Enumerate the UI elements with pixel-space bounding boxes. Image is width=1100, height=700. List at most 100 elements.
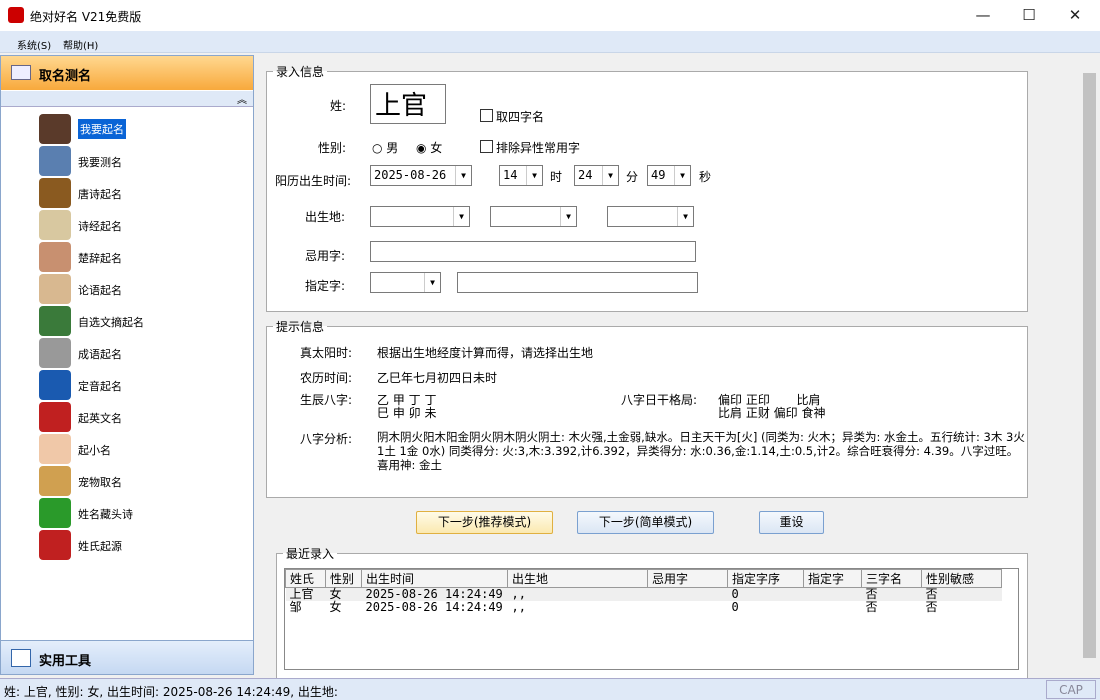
- geju-row2: 比肩 正财 偏印 食神: [718, 406, 826, 420]
- column-header[interactable]: 性别敏感: [921, 569, 1002, 588]
- collapse-icon[interactable]: ︽: [237, 91, 247, 106]
- minimize-button[interactable]: —: [960, 0, 1006, 31]
- sidebar-item-icon: [39, 210, 71, 240]
- sidebar-item-icon: [39, 370, 71, 400]
- bazi-analysis: 阴木阴火阳木阳金阴火阴木阴火阴土: 木火强,土金弱,缺水。日主天干为[火] (同…: [377, 430, 1025, 472]
- sidebar-item-label: 姓氏起源: [78, 540, 122, 553]
- column-header[interactable]: 出生地: [507, 569, 648, 588]
- table-cell: 女: [329, 600, 342, 614]
- hour-select[interactable]: 14 ▼: [499, 165, 543, 186]
- sidebar-item[interactable]: 宠物取名: [39, 466, 239, 496]
- sidebar-item-label: 自选文摘起名: [78, 316, 144, 329]
- sidebar-item-icon: [39, 530, 71, 560]
- sidebar-item-label: 姓名藏头诗: [78, 508, 133, 521]
- sidebar-item-icon: [39, 242, 71, 272]
- sidebar-item[interactable]: 姓氏起源: [39, 530, 239, 560]
- scrollbar[interactable]: [1081, 55, 1098, 675]
- sidebar: 取名测名 ︽ 我要起名我要测名唐诗起名诗经起名 楚辞起名论语起名自选文摘起名成语起…: [0, 55, 254, 675]
- city-select[interactable]: ▼: [490, 206, 577, 227]
- scrollbar-thumb[interactable]: [1083, 73, 1096, 658]
- table-cell: 2025-08-26 14:24:49: [365, 600, 503, 614]
- sidebar-item-label: 我要起名: [78, 119, 126, 139]
- exclude-checkbox[interactable]: [480, 140, 493, 153]
- window-title: 绝对好名 V21免费版: [30, 10, 142, 24]
- column-header[interactable]: 忌用字: [647, 569, 728, 588]
- status-bar: 姓: 上官, 性别: 女, 出生时间: 2025-08-26 14:24:49,…: [0, 678, 1100, 700]
- sidebar-item-icon: [39, 146, 71, 176]
- column-header[interactable]: 指定字: [803, 569, 862, 588]
- table-cell: [648, 588, 728, 602]
- sidebar-item-icon: [39, 402, 71, 432]
- column-header[interactable]: 出生时间: [361, 569, 508, 588]
- table-cell: 0: [731, 587, 739, 601]
- four-char-checkbox[interactable]: [480, 109, 493, 122]
- envelope-icon: [11, 65, 31, 80]
- table-cell: 否: [865, 600, 878, 614]
- calendar-icon: [11, 649, 31, 667]
- sidebar-item[interactable]: 起英文名: [39, 402, 239, 432]
- surname-label: 姓:: [330, 99, 347, 113]
- sidebar-item[interactable]: 姓名藏头诗: [39, 498, 239, 528]
- menu-help[interactable]: 帮助(H): [63, 37, 98, 52]
- sidebar-item[interactable]: 起小名: [39, 434, 239, 464]
- collapse-bar[interactable]: ︽: [1, 91, 253, 107]
- second-select[interactable]: 49 ▼: [647, 165, 691, 186]
- sidebar-item-label: 论语起名: [78, 284, 122, 297]
- sidebar-item-label: 起小名: [78, 444, 111, 457]
- sidebar-item[interactable]: 定音起名: [39, 370, 239, 400]
- column-header[interactable]: 性别: [325, 569, 362, 588]
- table-row[interactable]: 邹 女 2025-08-26 14:24:49,, 0 否 否: [286, 601, 1002, 614]
- table-cell: [804, 588, 862, 602]
- menu-system[interactable]: 系统(S): [17, 37, 51, 52]
- sidebar-item[interactable]: 楚辞起名: [39, 242, 239, 272]
- maximize-button[interactable]: ☐: [1006, 0, 1052, 31]
- status-text: 姓: 上官, 性别: 女, 出生时间: 2025-08-26 14:24:49,…: [4, 685, 338, 699]
- next-simple-button[interactable]: 下一步(简单模式): [577, 511, 714, 534]
- table-cell: ,,: [511, 600, 526, 614]
- table-cell: [648, 601, 728, 614]
- sidebar-item-icon: [39, 114, 71, 144]
- assign-char-input[interactable]: [457, 272, 698, 293]
- sidebar-item[interactable]: 我要测名: [39, 146, 239, 176]
- column-header[interactable]: 三字名: [861, 569, 922, 588]
- table-cell: 0: [731, 600, 739, 614]
- district-select[interactable]: ▼: [607, 206, 694, 227]
- sidebar-item[interactable]: 论语起名: [39, 274, 239, 304]
- column-header[interactable]: 指定字序: [727, 569, 804, 588]
- assign-position-select[interactable]: ▼: [370, 272, 441, 293]
- bazi-branches: 巳 申 卯 未: [377, 406, 437, 420]
- close-button[interactable]: ✕: [1052, 0, 1098, 31]
- minute-select[interactable]: 24 ▼: [574, 165, 619, 186]
- reset-button[interactable]: 重设: [759, 511, 824, 534]
- province-select[interactable]: ▼: [370, 206, 470, 227]
- avoid-char-input[interactable]: [370, 241, 696, 262]
- sidebar-tools[interactable]: 实用工具: [1, 640, 253, 674]
- sidebar-item-icon: [39, 306, 71, 336]
- table-cell: 否: [925, 600, 938, 614]
- table-cell: 否: [865, 587, 878, 601]
- surname-input[interactable]: 上官: [370, 84, 446, 124]
- recent-table[interactable]: 姓氏 性别 出生时间 出生地 忌用字 指定字序 指定字 三字名 性别敏感 上官女 2025-08-2…: [284, 568, 1019, 670]
- sidebar-item[interactable]: 我要起名: [39, 114, 239, 144]
- table-cell: 邹: [289, 600, 302, 614]
- female-radio[interactable]: ◉ 女: [416, 139, 442, 156]
- next-recommend-button[interactable]: 下一步(推荐模式): [416, 511, 553, 534]
- sidebar-header[interactable]: 取名测名: [1, 56, 253, 90]
- title-bar: 绝对好名 V21免费版 — ☐ ✕: [0, 0, 1100, 31]
- table-cell: ,,: [511, 587, 526, 601]
- date-picker[interactable]: 2025-08-26 ▼: [370, 165, 472, 186]
- table-cell: 2025-08-26 14:24:49: [365, 587, 503, 601]
- column-header[interactable]: 姓氏: [285, 569, 326, 588]
- lunar-time: 乙巳年七月初四日未时: [377, 371, 498, 385]
- male-radio[interactable]: ○ 男: [372, 139, 398, 156]
- sidebar-item-label: 唐诗起名: [78, 188, 122, 201]
- sidebar-item-icon: [39, 274, 71, 304]
- table-cell: [804, 601, 862, 614]
- sidebar-item-icon: [39, 498, 71, 528]
- table-cell: 女: [329, 587, 342, 601]
- sidebar-item[interactable]: 唐诗起名: [39, 178, 239, 208]
- table-row[interactable]: 上官 女 2025-08-26 14:24:49,, 0 否 否: [285, 587, 1002, 602]
- sidebar-item[interactable]: 诗经起名: [39, 210, 239, 240]
- sidebar-item[interactable]: 成语起名: [39, 338, 239, 368]
- sidebar-item[interactable]: 自选文摘起名: [39, 306, 239, 336]
